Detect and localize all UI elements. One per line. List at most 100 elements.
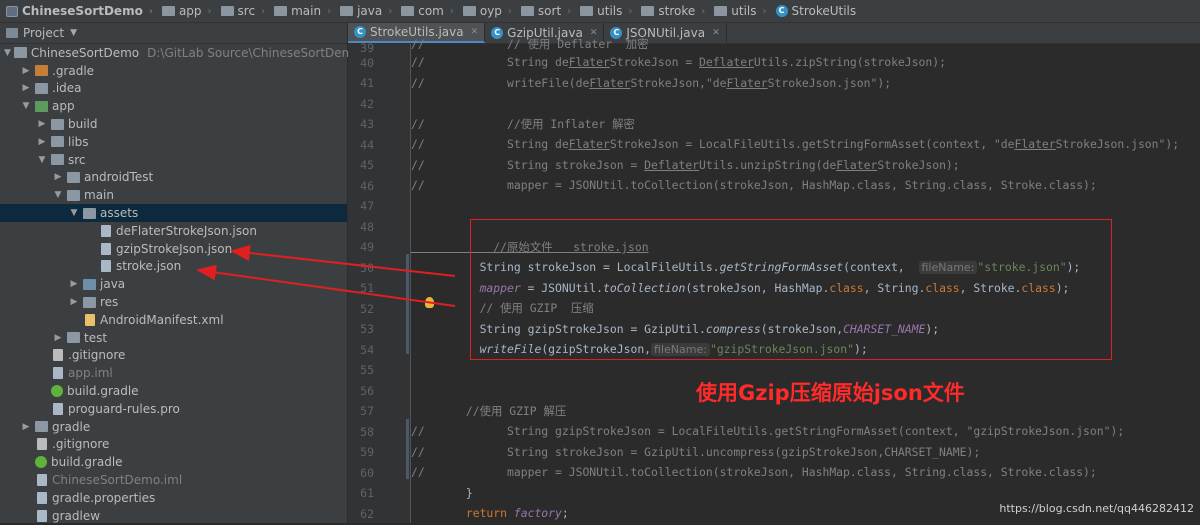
project-tree: ▼ ChineseSortDemo D:\GitLab Source\Chinese…	[0, 44, 361, 525]
tree-item[interactable]: gradle.properties	[0, 489, 347, 507]
json-file-icon	[101, 242, 111, 255]
line-number: 62	[360, 507, 374, 521]
tree-item[interactable]: ▶ libs	[0, 133, 347, 151]
tree-item[interactable]: ▶ build	[0, 115, 347, 133]
folder-icon	[580, 6, 594, 16]
chevron-down-icon[interactable]: ▼	[36, 155, 48, 165]
tree-item[interactable]: app.iml	[0, 364, 347, 382]
chevron-right-icon[interactable]: ▶	[36, 119, 48, 129]
chevron-right-icon[interactable]: ▶	[68, 297, 80, 307]
line-number: 46	[360, 179, 374, 193]
folder-icon	[51, 154, 64, 166]
tree-item[interactable]: proguard-rules.pro	[0, 400, 347, 418]
line-number: 50	[360, 261, 374, 275]
chevron-right-icon[interactable]: ▶	[52, 172, 64, 182]
folder-icon	[83, 296, 96, 308]
chevron-right-icon[interactable]: ▶	[20, 422, 32, 432]
tree-item[interactable]: ▼ src	[0, 151, 347, 169]
tree-item[interactable]: stroke.json	[0, 258, 347, 276]
line-number: 54	[360, 343, 374, 357]
tree-item[interactable]: .gitignore	[0, 347, 347, 365]
script-file-icon	[37, 509, 47, 522]
tree-item[interactable]: ▶ gradle	[0, 418, 347, 436]
folder-icon	[83, 278, 96, 290]
tree-item[interactable]: ▼ main	[0, 186, 347, 204]
line-number-gutter: 39 40 41 42 43 44 45 46 47 48 49 50 51 5…	[348, 41, 411, 523]
line-number: 49	[360, 240, 374, 254]
tree-item[interactable]: ▼ app	[0, 97, 347, 115]
folder-icon	[67, 171, 80, 183]
chevron-right-icon[interactable]: ▶	[20, 83, 32, 93]
tree-item-selected[interactable]: ▼ assets	[0, 204, 347, 222]
tree-item[interactable]: build.gradle	[0, 453, 347, 471]
tree-item[interactable]: gzipStrokeJson.json	[0, 240, 347, 258]
folder-icon	[67, 332, 80, 344]
tree-item-root[interactable]: ▼ ChineseSortDemo D:\GitLab Source\Chinese…	[0, 44, 361, 62]
tree-item[interactable]: ▶ .gradle	[0, 62, 347, 80]
chevron-down-icon[interactable]: ▼	[68, 208, 80, 218]
gradle-icon	[35, 456, 47, 469]
breadcrumb-item[interactable]: java ›	[336, 0, 397, 22]
breadcrumb-item[interactable]: stroke ›	[637, 0, 710, 22]
code-line: return factory;	[411, 506, 569, 520]
code-line: //使用 GZIP 解压	[411, 404, 567, 418]
tree-item[interactable]: AndroidManifest.xml	[0, 311, 347, 329]
tree-item[interactable]: .gitignore	[0, 436, 347, 454]
line-number: 56	[360, 384, 374, 398]
chevron-down-icon[interactable]: ▼	[4, 48, 11, 58]
project-panel: Project ▼ ▼ ChineseSortDemo D:\GitLab Sour…	[0, 23, 361, 525]
tree-item[interactable]: ▶ test	[0, 329, 347, 347]
breadcrumb-item[interactable]: com ›	[397, 0, 459, 22]
breadcrumb-item[interactable]: main ›	[270, 0, 336, 22]
chevron-down-icon[interactable]: ▼	[52, 190, 64, 200]
breadcrumb-item[interactable]: sort ›	[517, 0, 576, 22]
line-number: 51	[360, 281, 374, 295]
chevron-right-icon: ›	[388, 5, 393, 17]
breadcrumb-item[interactable]: ChineseSortDemo ›	[0, 0, 158, 22]
breadcrumb-item[interactable]: src ›	[217, 0, 271, 22]
properties-file-icon	[37, 491, 47, 504]
breadcrumb-item[interactable]: utils ›	[710, 0, 771, 22]
tree-item[interactable]: build.gradle	[0, 382, 347, 400]
chevron-right-icon: ›	[701, 5, 706, 17]
project-panel-title: Project	[23, 26, 65, 40]
chevron-right-icon: ›	[148, 5, 153, 17]
line-number: 57	[360, 404, 374, 418]
chevron-right-icon[interactable]: ▶	[68, 279, 80, 289]
breadcrumb-item[interactable]: app ›	[158, 0, 217, 22]
close-icon[interactable]: ✕	[712, 28, 720, 38]
folder-icon	[641, 6, 655, 16]
tree-item[interactable]: ▶ java	[0, 275, 347, 293]
chevron-right-icon[interactable]: ▶	[36, 137, 48, 147]
navigation-breadcrumb: ChineseSortDemo › app › src › main › java › c…	[0, 0, 1200, 23]
gitignore-file-icon	[37, 438, 47, 451]
folder-icon	[274, 6, 288, 16]
line-number: 61	[360, 486, 374, 500]
chevron-down-icon[interactable]: ▼	[70, 28, 77, 38]
tree-item[interactable]: ▶ res	[0, 293, 347, 311]
chevron-right-icon: ›	[327, 5, 332, 17]
class-icon: C	[775, 5, 788, 17]
line-number: 42	[360, 97, 374, 111]
project-panel-header[interactable]: Project ▼	[0, 23, 347, 44]
chevron-right-icon[interactable]: ▶	[20, 66, 32, 76]
folder-icon	[401, 6, 415, 16]
line-number: 44	[360, 138, 374, 152]
tree-item[interactable]: ▶ .idea	[0, 80, 347, 98]
fold-marker	[406, 254, 409, 354]
chevron-right-icon: ›	[567, 5, 572, 17]
tree-item[interactable]: gradlew	[0, 507, 347, 525]
breadcrumb-item[interactable]: oyp ›	[459, 0, 517, 22]
chevron-right-icon[interactable]: ▶	[52, 333, 64, 343]
tree-item[interactable]: deFlaterStrokeJson.json	[0, 222, 347, 240]
chevron-right-icon: ›	[507, 5, 512, 17]
folder-icon	[35, 65, 48, 77]
chevron-down-icon[interactable]: ▼	[20, 101, 32, 111]
breadcrumb-item[interactable]: utils ›	[576, 0, 637, 22]
tree-item[interactable]: ▶ androidTest	[0, 169, 347, 187]
line-number: 39	[360, 41, 374, 55]
folder-icon	[714, 6, 728, 16]
breadcrumb-item[interactable]: C StrokeUtils	[772, 0, 859, 22]
code-line: // mapper = JSONUtil.toCollection(stroke…	[411, 465, 1097, 479]
tree-item[interactable]: ChineseSortDemo.iml	[0, 471, 347, 489]
